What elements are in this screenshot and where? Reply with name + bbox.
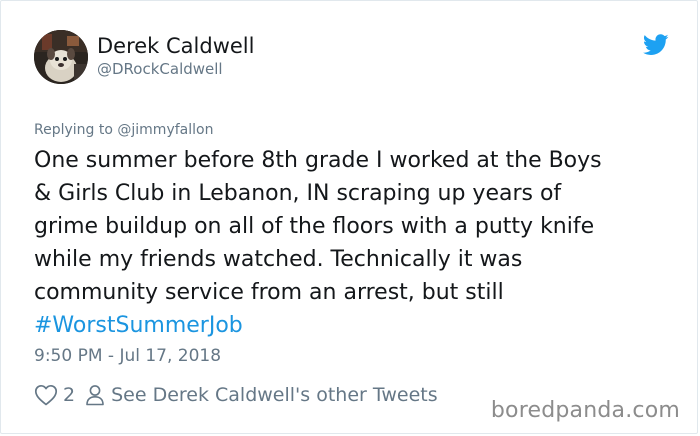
profile-photo bbox=[34, 30, 88, 84]
reply-context: Replying to @jimmyfallon bbox=[34, 120, 213, 140]
tweet-card: Derek Caldwell @DRockCaldwell Replying t… bbox=[0, 0, 698, 434]
reply-prefix: Replying to bbox=[34, 122, 118, 138]
like-count: 2 bbox=[63, 384, 76, 406]
mention-link[interactable]: @jimmyfallon bbox=[117, 122, 213, 138]
like-button[interactable]: 2 bbox=[34, 384, 75, 406]
other-tweets-link[interactable]: See Derek Caldwell's other Tweets bbox=[85, 384, 438, 406]
tweet-text-line: grime buildup on all of the floors with … bbox=[34, 214, 595, 239]
tweet-text-line: community service from an arrest, but st… bbox=[34, 280, 504, 305]
tweet-text: One summer before 8th grade I worked at … bbox=[34, 144, 674, 342]
tweet-timestamp[interactable]: 9:50 PM - Jul 17, 2018 bbox=[34, 345, 221, 367]
tweet-text-line: One summer before 8th grade I worked at … bbox=[34, 148, 602, 173]
person-icon bbox=[85, 384, 105, 406]
heart-icon bbox=[34, 384, 58, 406]
tweet-text-line: while my friends watched. Technically it… bbox=[34, 247, 523, 272]
tweet-text-line: & Girls Club in Lebanon, IN scraping up … bbox=[34, 181, 562, 206]
author-display-name[interactable]: Derek Caldwell bbox=[97, 33, 254, 59]
other-tweets-label: See Derek Caldwell's other Tweets bbox=[111, 384, 438, 406]
avatar[interactable] bbox=[34, 30, 88, 84]
hashtag-link[interactable]: #WorstSummerJob bbox=[34, 309, 674, 342]
author-handle[interactable]: @DRockCaldwell bbox=[97, 59, 223, 79]
tweet-actions: 2 See Derek Caldwell's other Tweets bbox=[34, 381, 438, 409]
twitter-bird-icon[interactable] bbox=[643, 34, 669, 56]
watermark-logo: boredpanda.com bbox=[490, 398, 680, 423]
